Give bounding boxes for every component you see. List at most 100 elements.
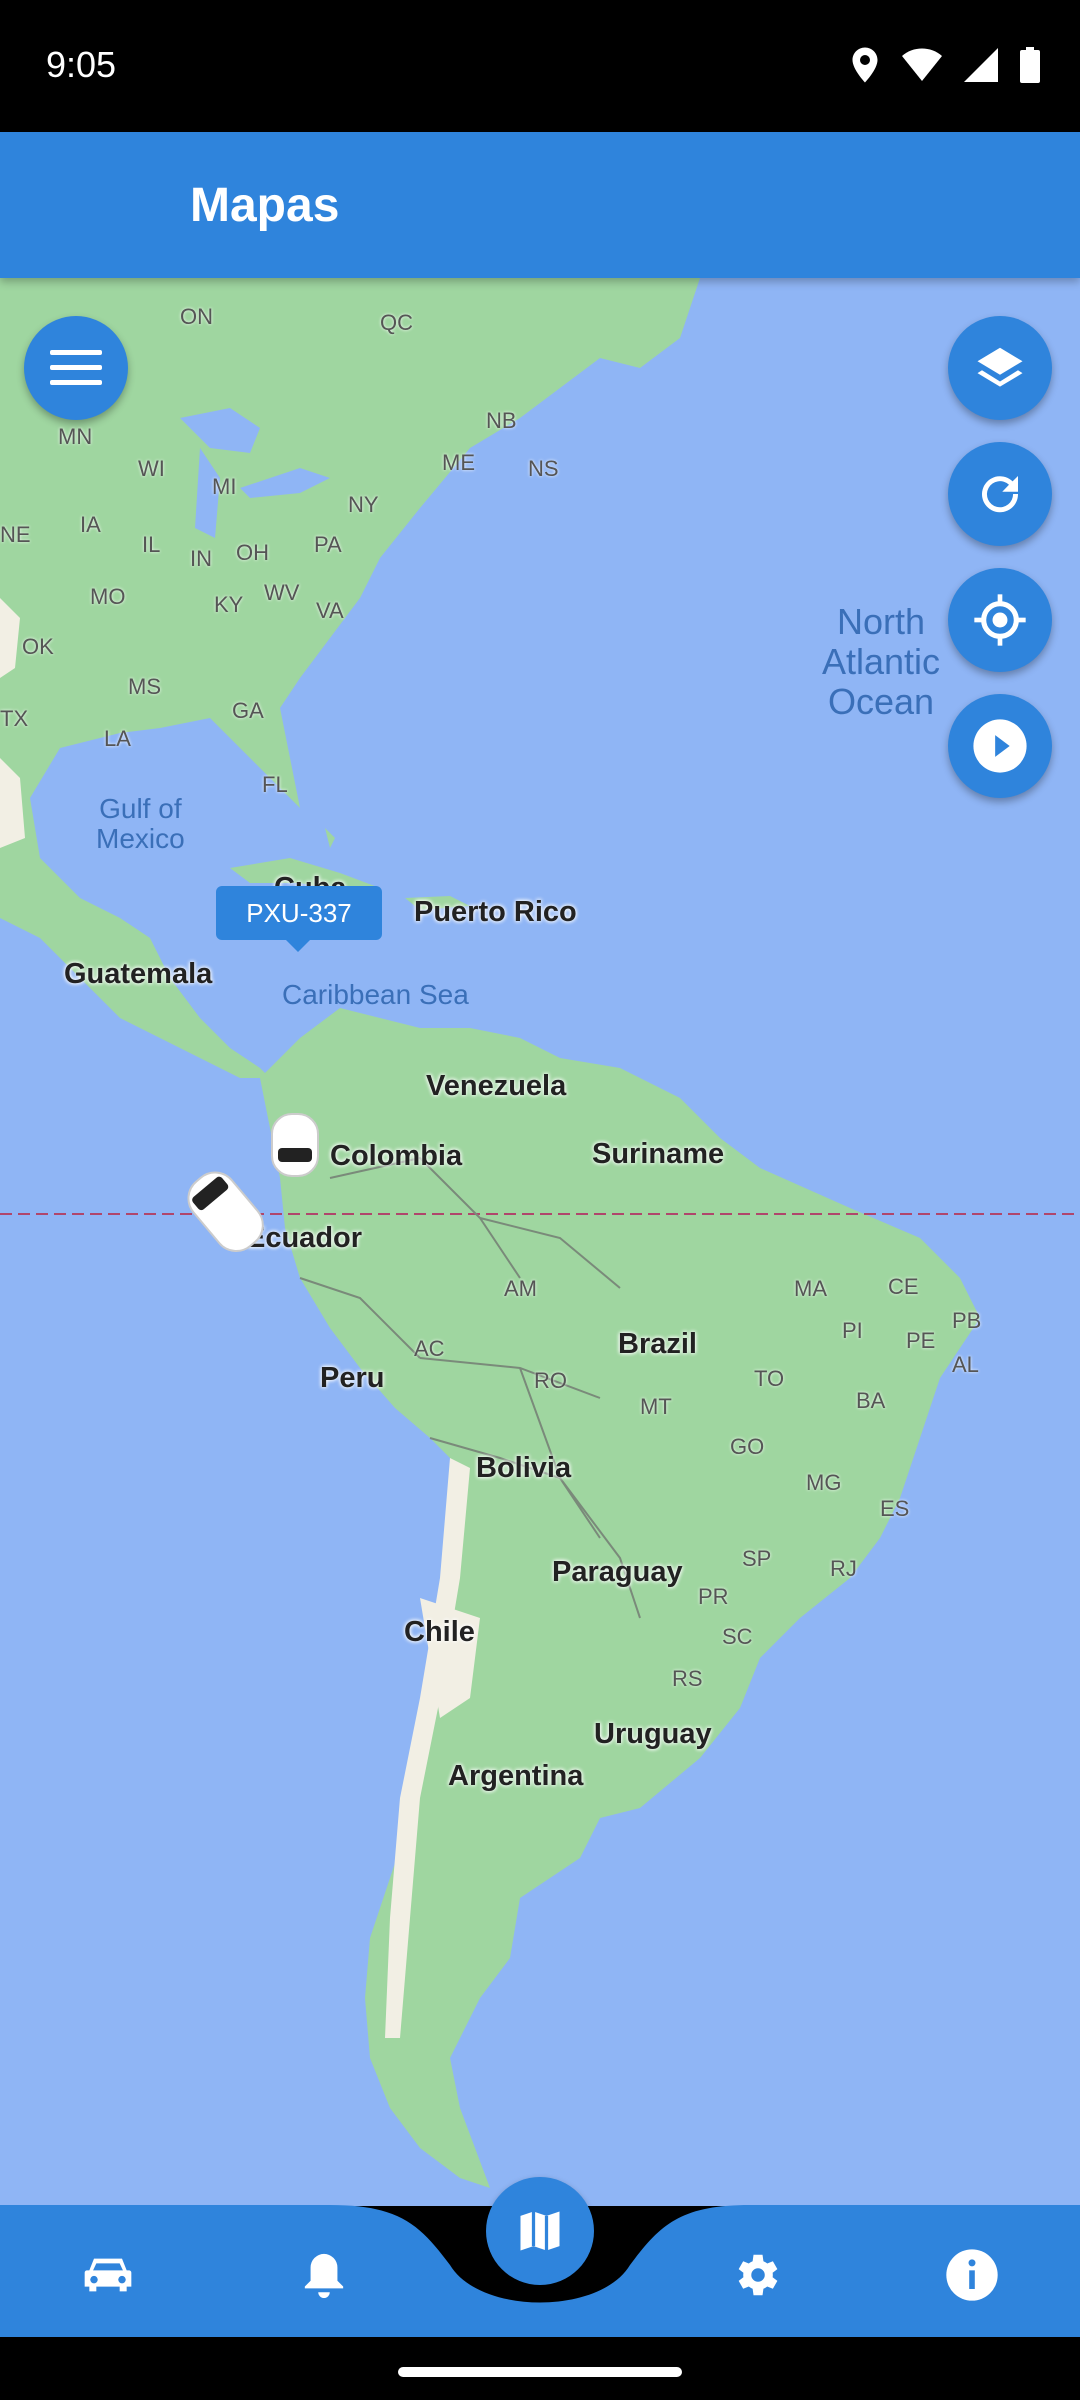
- label-state-in: IN: [190, 546, 212, 571]
- label-state-sc: SC: [722, 1624, 753, 1649]
- label-state-ia: IA: [80, 512, 101, 537]
- nav-info[interactable]: [924, 2235, 1020, 2315]
- label-state-mg: MG: [806, 1470, 842, 1495]
- label-argentina: Argentina: [448, 1760, 584, 1792]
- label-state-oh: OH: [236, 540, 269, 565]
- menu-icon: [50, 350, 102, 385]
- my-location-icon: [974, 594, 1026, 646]
- label-state-ky: KY: [214, 592, 244, 617]
- label-guatemala: Guatemala: [64, 958, 213, 990]
- label-state-rs: RS: [672, 1666, 703, 1691]
- label-state-pb: PB: [952, 1308, 982, 1333]
- label-north-atlantic: North Atlantic Ocean: [822, 602, 940, 722]
- label-state-ns: NS: [528, 456, 559, 481]
- label-state-on: ON: [180, 304, 213, 329]
- gear-icon: [738, 2254, 778, 2296]
- bell-icon: [304, 2253, 344, 2298]
- ocean-label-line3: Ocean: [827, 681, 935, 722]
- label-paraguay: Paraguay: [552, 1556, 683, 1588]
- label-state-fl: FL: [262, 772, 288, 797]
- play-route-button[interactable]: [948, 694, 1052, 798]
- label-state-am: AM: [504, 1276, 537, 1301]
- nav-vehicles[interactable]: [60, 2235, 156, 2315]
- map-canvas[interactable]: [0, 278, 1080, 2206]
- label-state-ne: NE: [0, 522, 31, 547]
- ocean-label-line1: North: [837, 601, 926, 642]
- label-state-to: TO: [754, 1366, 785, 1391]
- location-icon: [852, 47, 878, 83]
- layers-icon: [977, 347, 1023, 387]
- label-state-wi: WI: [138, 456, 165, 481]
- label-gulf-of-mexico: Gulf of Mexico: [96, 794, 185, 854]
- label-state-mt: MT: [640, 1394, 672, 1419]
- label-state-ny: NY: [348, 492, 379, 517]
- status-bar: 9:05: [0, 0, 1080, 132]
- vehicle-plate-tag[interactable]: PXU-337: [216, 886, 382, 952]
- label-colombia: Colombia: [330, 1140, 463, 1172]
- label-state-rj: RJ: [830, 1556, 857, 1581]
- vehicle-marker-icon[interactable]: [170, 1156, 280, 1266]
- label-state-sp: SP: [742, 1546, 772, 1571]
- label-state-ok: OK: [22, 634, 54, 659]
- my-location-button[interactable]: [948, 568, 1052, 672]
- status-time: 9:05: [46, 44, 117, 85]
- label-state-tx: TX: [0, 706, 29, 731]
- label-state-pi: PI: [842, 1318, 863, 1343]
- layers-button[interactable]: [948, 316, 1052, 420]
- gulf-label-line2: Mexico: [96, 823, 185, 854]
- map-view[interactable]: Cuba Puerto Rico Guatemala Venezuela Col…: [0, 278, 1080, 2206]
- menu-button[interactable]: [24, 316, 128, 420]
- wifi-icon: [902, 48, 942, 81]
- label-peru: Peru: [320, 1362, 385, 1394]
- bottom-navigation: [0, 2177, 1080, 2337]
- page-title: Mapas: [190, 179, 340, 232]
- label-state-mo: MO: [90, 584, 126, 609]
- label-state-va: VA: [316, 598, 344, 623]
- label-state-ma: MA: [794, 1276, 827, 1301]
- label-state-go: GO: [730, 1434, 765, 1459]
- label-state-qc: QC: [380, 310, 413, 335]
- home-indicator[interactable]: [398, 2367, 682, 2377]
- label-chile: Chile: [404, 1616, 475, 1648]
- label-venezuela: Venezuela: [426, 1070, 567, 1102]
- label-state-mi: MI: [212, 474, 237, 499]
- map-icon: [520, 2211, 560, 2251]
- label-brazil: Brazil: [618, 1328, 697, 1360]
- refresh-button[interactable]: [948, 442, 1052, 546]
- label-state-me: ME: [442, 450, 475, 475]
- label-uruguay: Uruguay: [594, 1718, 712, 1750]
- label-state-ms: MS: [128, 674, 161, 699]
- battery-icon: [1020, 47, 1040, 83]
- refresh-icon: [982, 476, 1019, 513]
- app-bar: Mapas: [0, 132, 1080, 278]
- label-state-il: IL: [142, 532, 161, 557]
- nav-alerts[interactable]: [276, 2235, 372, 2315]
- car-icon: [84, 2258, 132, 2292]
- label-state-ba: BA: [856, 1388, 886, 1413]
- nav-map[interactable]: [486, 2177, 594, 2285]
- label-puerto-rico: Puerto Rico: [414, 896, 577, 928]
- label-state-pr: PR: [698, 1584, 729, 1609]
- play-icon: [973, 719, 1027, 773]
- nav-settings[interactable]: [708, 2235, 804, 2315]
- signal-icon: [964, 48, 998, 82]
- gesture-bar: [0, 2337, 1080, 2400]
- label-state-ac: AC: [414, 1336, 445, 1361]
- ocean-label-line2: Atlantic: [822, 641, 941, 682]
- label-bolivia: Bolivia: [476, 1452, 572, 1484]
- status-icons: [850, 46, 1040, 84]
- label-state-mn: MN: [58, 424, 93, 449]
- gulf-label-line1: Gulf of: [99, 793, 182, 824]
- label-state-pa: PA: [314, 532, 342, 557]
- label-state-wv: WV: [264, 580, 300, 605]
- label-state-pe: PE: [906, 1328, 936, 1353]
- label-state-ga: GA: [232, 698, 264, 723]
- label-state-ro: RO: [534, 1368, 567, 1393]
- label-suriname: Suriname: [592, 1138, 725, 1170]
- label-state-nb: NB: [486, 408, 517, 433]
- label-state-es: ES: [880, 1496, 910, 1521]
- label-caribbean-sea: Caribbean Sea: [282, 979, 469, 1010]
- info-icon: [946, 2249, 998, 2301]
- label-state-ce: CE: [888, 1274, 919, 1299]
- label-state-al: AL: [952, 1352, 979, 1377]
